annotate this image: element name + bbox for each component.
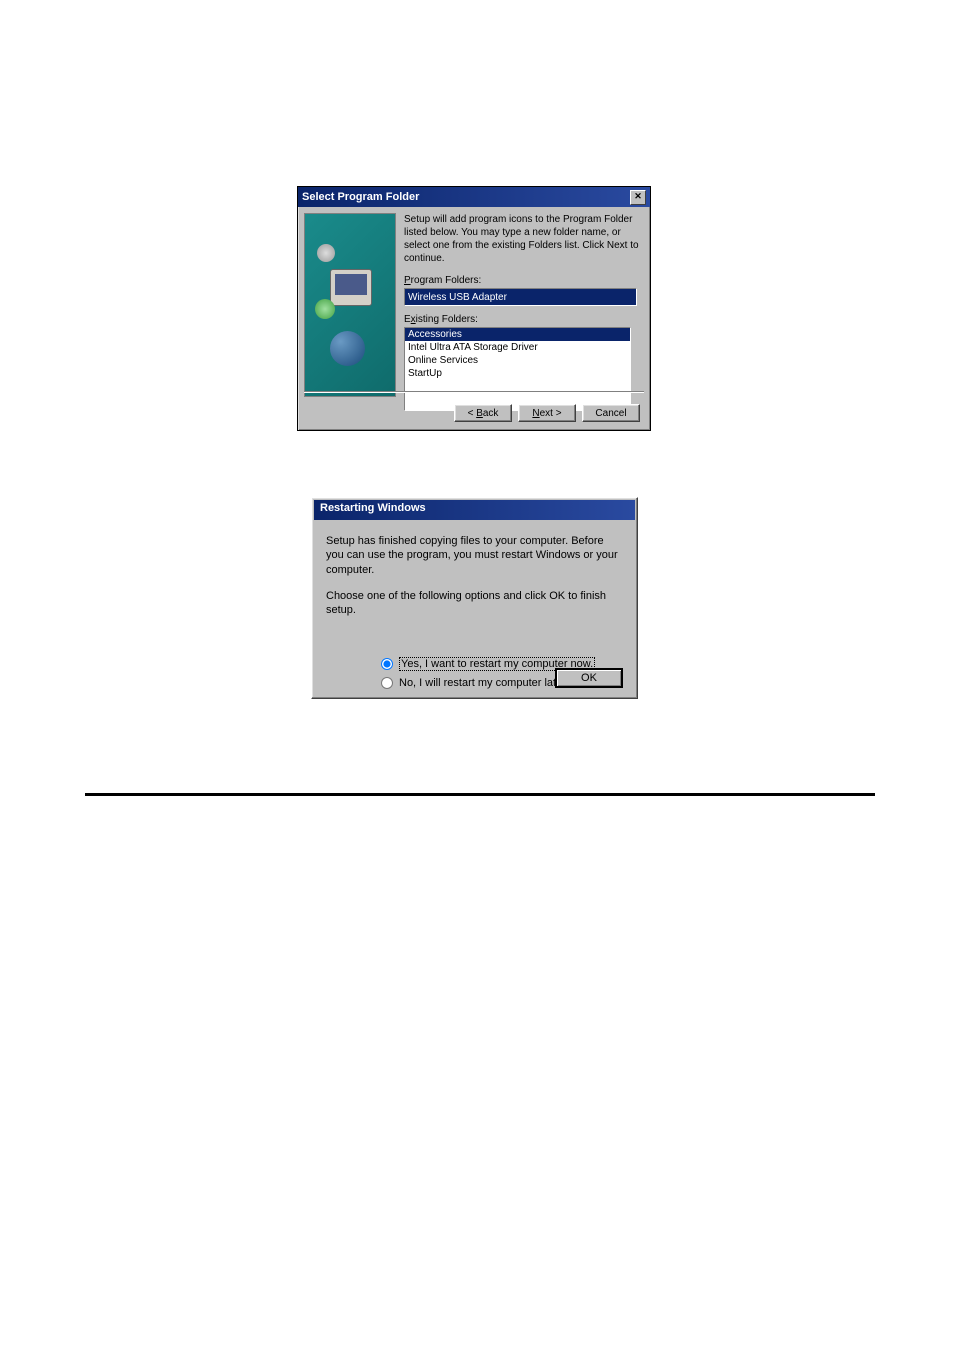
titlebar: Restarting Windows [314,500,635,520]
existing-folders-listbox[interactable]: Accessories Intel Ultra ATA Storage Driv… [404,327,631,411]
list-item[interactable]: Accessories [405,328,630,341]
list-item[interactable]: Online Services [405,354,630,367]
cancel-button[interactable]: Cancel [582,404,640,422]
program-folders-input[interactable] [404,288,637,306]
radio-yes[interactable] [381,658,393,670]
ok-button-wrap: OK [555,668,623,688]
select-program-folder-dialog: Select Program Folder ✕ Setup will add p… [297,186,651,431]
divider [304,391,644,393]
program-folders-label: Program Folders: [404,275,644,286]
radio-no[interactable] [381,677,393,689]
list-item[interactable]: Intel Ultra ATA Storage Driver [405,341,630,354]
dialog-body: Setup will add program icons to the Prog… [298,207,650,417]
restarting-windows-dialog: Restarting Windows Setup has finished co… [311,497,638,699]
list-item[interactable]: StartUp [405,367,630,380]
existing-folders-label: Existing Folders: [404,314,644,325]
paragraph-2: Choose one of the following options and … [326,589,623,618]
dialog-content: Setup will add program icons to the Prog… [404,213,644,411]
ok-button[interactable]: OK [555,668,623,688]
back-button[interactable]: < Back [454,404,512,422]
next-button[interactable]: Next > [518,404,576,422]
page-divider [85,793,875,796]
button-row: < Back Next > Cancel [454,404,640,422]
close-icon[interactable]: ✕ [630,190,646,205]
dialog-title: Select Program Folder [302,191,419,203]
installshield-graphic [304,213,396,397]
radio-no-label: No, I will restart my computer later. [399,677,568,689]
dialog-title: Restarting Windows [320,502,426,514]
intro-text: Setup will add program icons to the Prog… [404,213,644,265]
titlebar: Select Program Folder ✕ [298,187,650,207]
paragraph-1: Setup has finished copying files to your… [326,534,623,577]
